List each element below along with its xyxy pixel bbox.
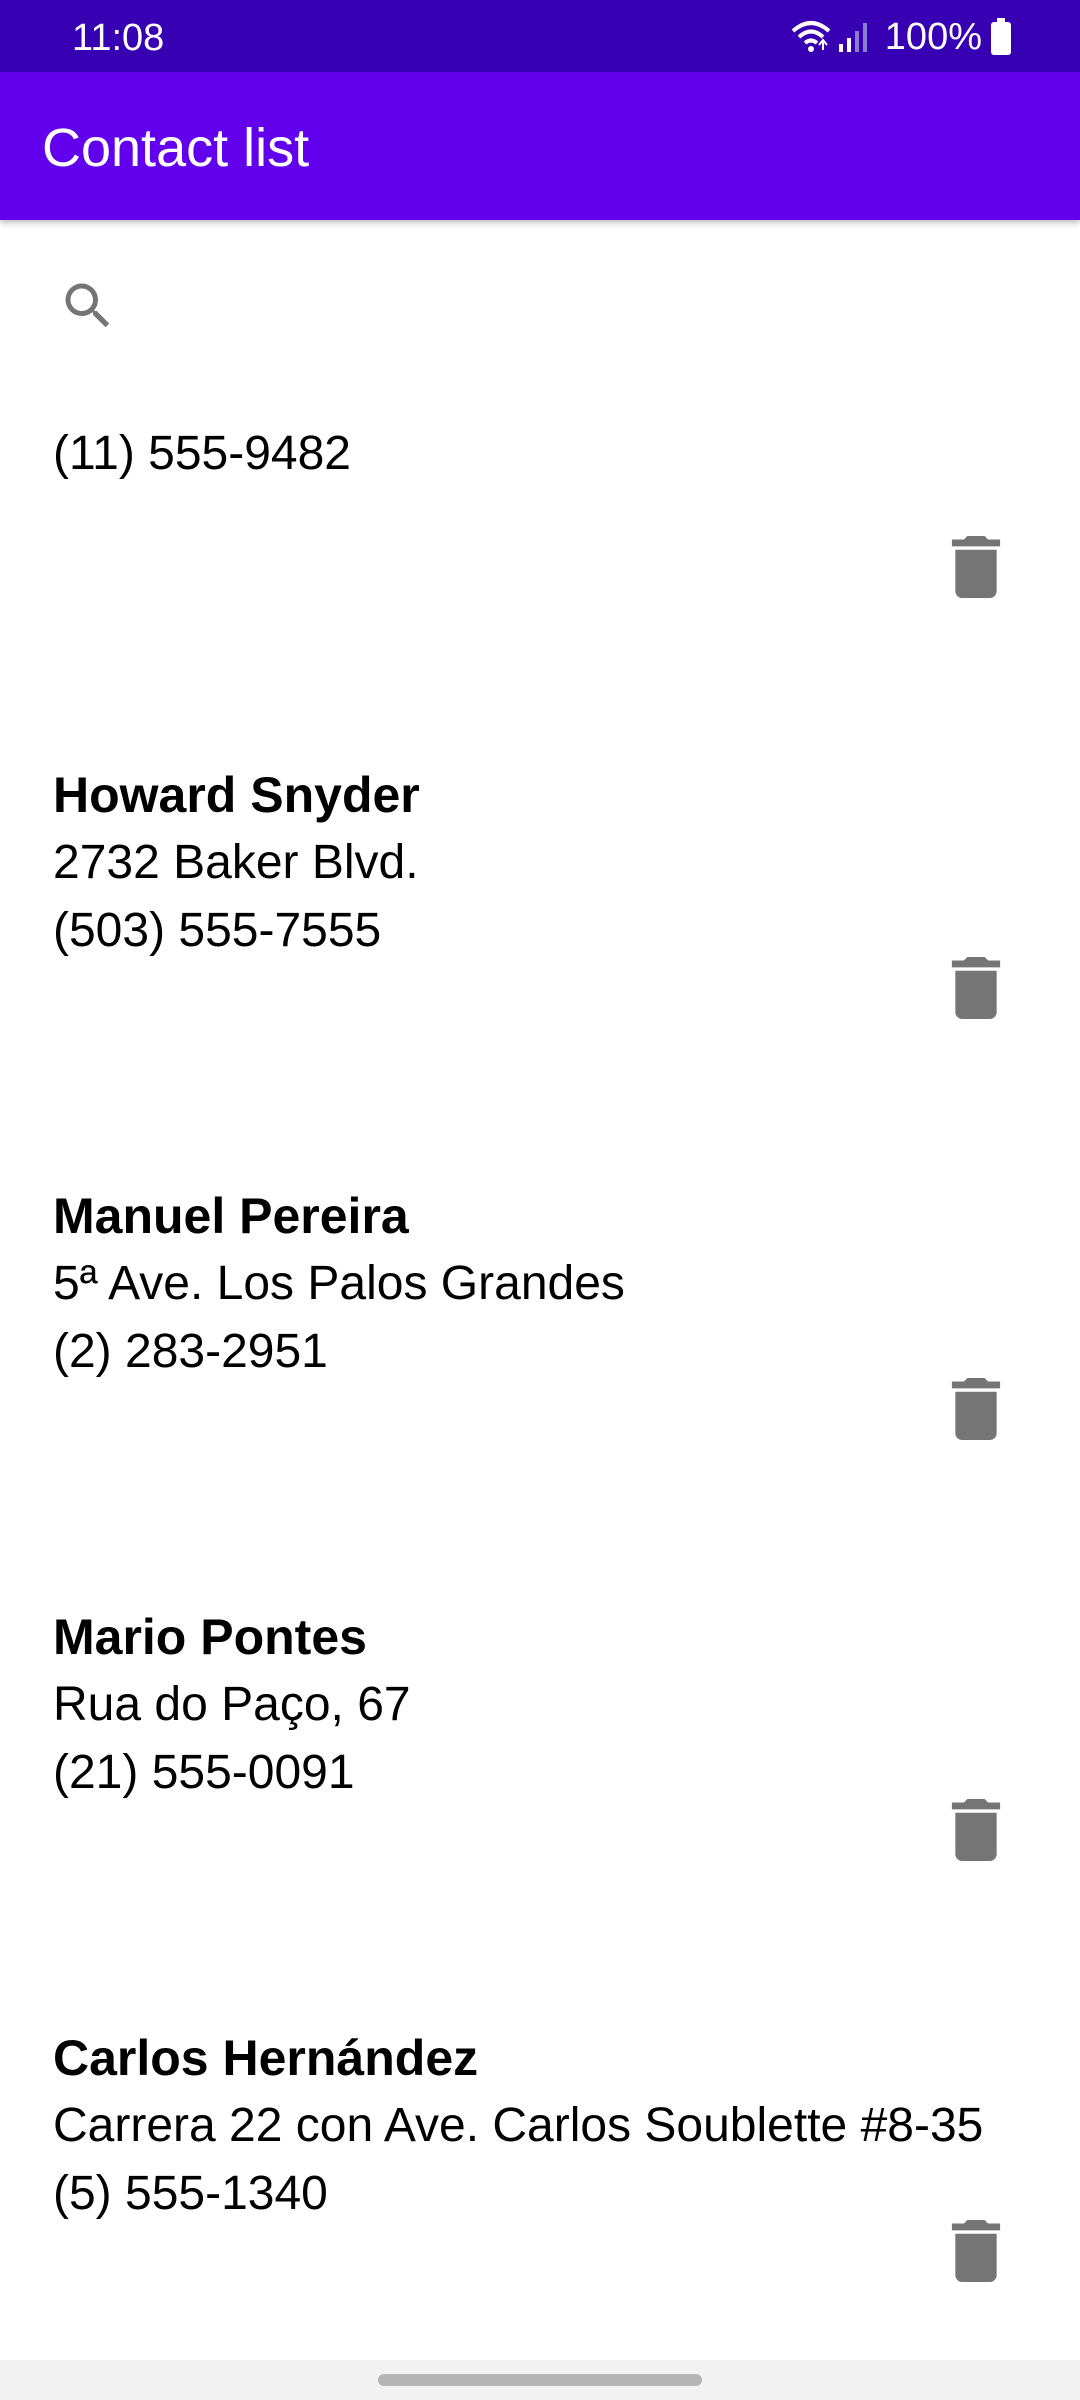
contact-phone: (11) 555-9482	[53, 427, 351, 480]
contact-name: Howard Snyder	[53, 767, 420, 823]
contact-address: 2732 Baker Blvd.	[53, 836, 419, 889]
contact-phone: (5) 555-1340	[53, 2167, 328, 2220]
contact-details: Manuel Pereira 5ª Ave. Los Palos Grandes…	[53, 1182, 1040, 1386]
contact-details: Mario Pontes Rua do Paço, 67 (21) 555-00…	[53, 1603, 1040, 1807]
trash-icon	[951, 2220, 1001, 2282]
contact-item[interactable]: Howard Snyder 2732 Baker Blvd. (503) 555…	[0, 681, 1080, 1102]
trash-icon	[951, 536, 1001, 598]
delete-contact-button[interactable]	[948, 536, 1004, 598]
battery-icon	[990, 18, 1012, 56]
contact-list-screen: 11:08 100% Contact list (11) 555-9482 Ho…	[0, 0, 1080, 2400]
contact-phone: (503) 555-7555	[53, 904, 382, 957]
search-bar	[0, 220, 1080, 380]
search-input[interactable]	[140, 264, 1024, 346]
status-time: 11:08	[72, 17, 165, 59]
delete-contact-button[interactable]	[948, 1378, 1004, 1440]
contact-name: Mario Pontes	[53, 1609, 367, 1665]
contact-item[interactable]: Mario Pontes Rua do Paço, 67 (21) 555-00…	[0, 1523, 1080, 1944]
trash-icon	[951, 957, 1001, 1019]
contact-item[interactable]: (11) 555-9482	[0, 380, 1080, 681]
signal-icon	[837, 20, 871, 54]
status-bar: 11:08 100%	[0, 0, 1080, 72]
contact-name: Carlos Hernández	[53, 2030, 479, 2086]
app-bar: Contact list	[0, 72, 1080, 220]
contact-details: Carlos Hernández Carrera 22 con Ave. Car…	[53, 2024, 1040, 2228]
delete-contact-button[interactable]	[948, 2220, 1004, 2282]
contact-phone: (2) 283-2951	[53, 1325, 328, 1378]
trash-icon	[951, 1378, 1001, 1440]
contact-address: 5ª Ave. Los Palos Grandes	[53, 1257, 625, 1310]
search-icon[interactable]	[58, 276, 118, 336]
contact-phone: (21) 555-0091	[53, 1746, 355, 1799]
trash-icon	[951, 1799, 1001, 1861]
contact-list: (11) 555-9482 Howard Snyder 2732 Baker B…	[0, 380, 1080, 2360]
status-icons: 100%	[791, 14, 1012, 60]
contact-address: Rua do Paço, 67	[53, 1678, 411, 1731]
wifi-icon	[791, 19, 831, 55]
battery-percentage: 100%	[884, 16, 982, 58]
app-title: Contact list	[42, 118, 310, 178]
contact-details: (11) 555-9482	[53, 420, 1040, 488]
contact-details: Howard Snyder 2732 Baker Blvd. (503) 555…	[53, 761, 1040, 965]
home-indicator[interactable]	[378, 2374, 702, 2386]
navigation-bar	[0, 2360, 1080, 2400]
contact-item[interactable]: Manuel Pereira 5ª Ave. Los Palos Grandes…	[0, 1102, 1080, 1523]
contact-address: Carrera 22 con Ave. Carlos Soublette #8-…	[53, 2099, 984, 2152]
delete-contact-button[interactable]	[948, 957, 1004, 1019]
contact-name: Manuel Pereira	[53, 1188, 409, 1244]
delete-contact-button[interactable]	[948, 1799, 1004, 1861]
contact-item[interactable]: Carlos Hernández Carrera 22 con Ave. Car…	[0, 1944, 1080, 2360]
